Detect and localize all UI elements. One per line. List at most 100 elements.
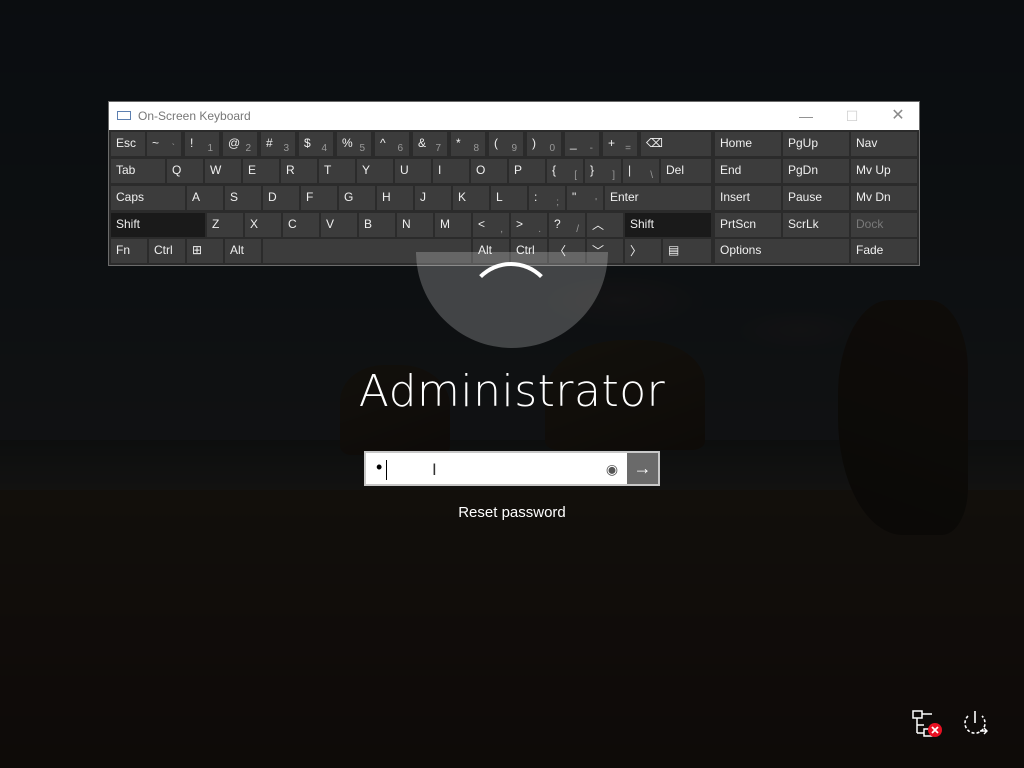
- key-dock[interactable]: Dock: [851, 213, 917, 237]
- maximize-button[interactable]: ☐: [829, 102, 875, 130]
- key-label: Insert: [720, 190, 751, 204]
- key-menu[interactable]: ▤: [663, 239, 711, 263]
- submit-arrow-button[interactable]: →: [627, 453, 658, 484]
- key-e[interactable]: E: [243, 159, 279, 183]
- key-r[interactable]: R: [281, 159, 317, 183]
- key-colon[interactable]: :;: [529, 186, 565, 210]
- key-end[interactable]: End: [715, 159, 781, 183]
- key-a[interactable]: A: [187, 186, 223, 210]
- key-q[interactable]: Q: [167, 159, 203, 183]
- key-p[interactable]: P: [509, 159, 545, 183]
- key-x[interactable]: X: [245, 213, 281, 237]
- key-tab[interactable]: Tab: [111, 159, 165, 183]
- key-right[interactable]: 〉: [625, 239, 661, 263]
- power-icon[interactable]: [958, 706, 992, 740]
- key-label: M: [440, 217, 450, 231]
- key-insert[interactable]: Insert: [715, 186, 781, 210]
- on-screen-keyboard-window[interactable]: On-Screen Keyboard — ☐ ✕ Esc ~ `! 1 @2 #3 $4% 5…: [108, 101, 920, 266]
- minimize-button[interactable]: —: [783, 102, 829, 130]
- key-m[interactable]: M: [435, 213, 471, 237]
- key-label: K: [458, 190, 467, 204]
- key-up[interactable]: ︿: [587, 213, 623, 237]
- key-prtscn[interactable]: PrtScn: [715, 213, 781, 237]
- key-8[interactable]: * 8: [451, 132, 485, 156]
- key-caps[interactable]: Caps: [111, 186, 185, 210]
- key-tilde[interactable]: ~ `: [147, 132, 181, 156]
- network-disconnected-icon[interactable]: [910, 707, 944, 741]
- key-3[interactable]: #3: [261, 132, 295, 156]
- key-t[interactable]: T: [319, 159, 355, 183]
- key-label: X: [250, 217, 259, 231]
- key-label: O: [476, 163, 486, 177]
- key-s[interactable]: S: [225, 186, 261, 210]
- key-d[interactable]: D: [263, 186, 299, 210]
- key-win[interactable]: ⊞: [187, 239, 223, 263]
- key-mvup[interactable]: Mv Up: [851, 159, 917, 183]
- key-pipe[interactable]: | \: [623, 159, 659, 183]
- key-label: }: [590, 163, 595, 177]
- reset-password-link[interactable]: Reset password: [0, 504, 1024, 521]
- key-lt[interactable]: <,: [473, 213, 509, 237]
- close-button[interactable]: ✕: [875, 102, 921, 130]
- key-9[interactable]: (9: [489, 132, 523, 156]
- key-l[interactable]: L: [491, 186, 527, 210]
- key-fade[interactable]: Fade: [851, 239, 917, 263]
- key-u[interactable]: U: [395, 159, 431, 183]
- key-7[interactable]: & 7: [413, 132, 447, 156]
- key-6[interactable]: ^ 6: [375, 132, 409, 156]
- key-bksp[interactable]: ⌫: [641, 132, 711, 156]
- osk-titlebar[interactable]: On-Screen Keyboard — ☐ ✕: [109, 102, 919, 130]
- key-f[interactable]: F: [301, 186, 337, 210]
- key-o[interactable]: O: [471, 159, 507, 183]
- key-enter[interactable]: Enter: [605, 186, 711, 210]
- key-mvdn[interactable]: Mv Dn: [851, 186, 917, 210]
- key-0[interactable]: ) 0: [527, 132, 561, 156]
- key-n[interactable]: N: [397, 213, 433, 237]
- key-options[interactable]: Options: [715, 239, 849, 263]
- key-qmark[interactable]: ? /: [549, 213, 585, 237]
- key-2[interactable]: @2: [223, 132, 257, 156]
- key-del[interactable]: Del: [661, 159, 711, 183]
- key-rbrace[interactable]: }]: [585, 159, 621, 183]
- key-lbrace[interactable]: {[: [547, 159, 583, 183]
- key-scrlk[interactable]: ScrLk: [783, 213, 849, 237]
- key-h[interactable]: H: [377, 186, 413, 210]
- key-label: S: [230, 190, 239, 204]
- key-sublabel: ]: [612, 170, 615, 181]
- key-minus[interactable]: _ -: [565, 132, 599, 156]
- key-lctrl[interactable]: Ctrl: [149, 239, 185, 263]
- key-label: Alt: [230, 243, 245, 257]
- key-pgup[interactable]: PgUp: [783, 132, 849, 156]
- key-c[interactable]: C: [283, 213, 319, 237]
- eye-icon[interactable]: ◉: [602, 459, 622, 479]
- key-g[interactable]: G: [339, 186, 375, 210]
- key-z[interactable]: Z: [207, 213, 243, 237]
- key-label: Fn: [116, 243, 131, 257]
- key-home[interactable]: Home: [715, 132, 781, 156]
- key-quote[interactable]: " ': [567, 186, 603, 210]
- key-4[interactable]: $4: [299, 132, 333, 156]
- key-1[interactable]: ! 1: [185, 132, 219, 156]
- key-w[interactable]: W: [205, 159, 241, 183]
- password-field[interactable]: • I ◉ →: [364, 451, 660, 486]
- key-fn[interactable]: Fn: [111, 239, 147, 263]
- key-gt[interactable]: >.: [511, 213, 547, 237]
- key-sublabel: .: [538, 224, 541, 235]
- key-b[interactable]: B: [359, 213, 395, 237]
- key-v[interactable]: V: [321, 213, 357, 237]
- key-equal[interactable]: + =: [603, 132, 637, 156]
- key-esc[interactable]: Esc: [111, 132, 145, 156]
- key-label: $: [304, 136, 311, 150]
- key-5[interactable]: % 5: [337, 132, 371, 156]
- key-lshift[interactable]: Shift: [111, 213, 205, 237]
- key-pgdn[interactable]: PgDn: [783, 159, 849, 183]
- key-nav[interactable]: Nav: [851, 132, 917, 156]
- key-i[interactable]: I: [433, 159, 469, 183]
- key-rshift[interactable]: Shift: [625, 213, 711, 237]
- key-y[interactable]: Y: [357, 159, 393, 183]
- key-lalt[interactable]: Alt: [225, 239, 261, 263]
- key-k[interactable]: K: [453, 186, 489, 210]
- key-pause[interactable]: Pause: [783, 186, 849, 210]
- key-j[interactable]: J: [415, 186, 451, 210]
- key-label: V: [326, 217, 335, 231]
